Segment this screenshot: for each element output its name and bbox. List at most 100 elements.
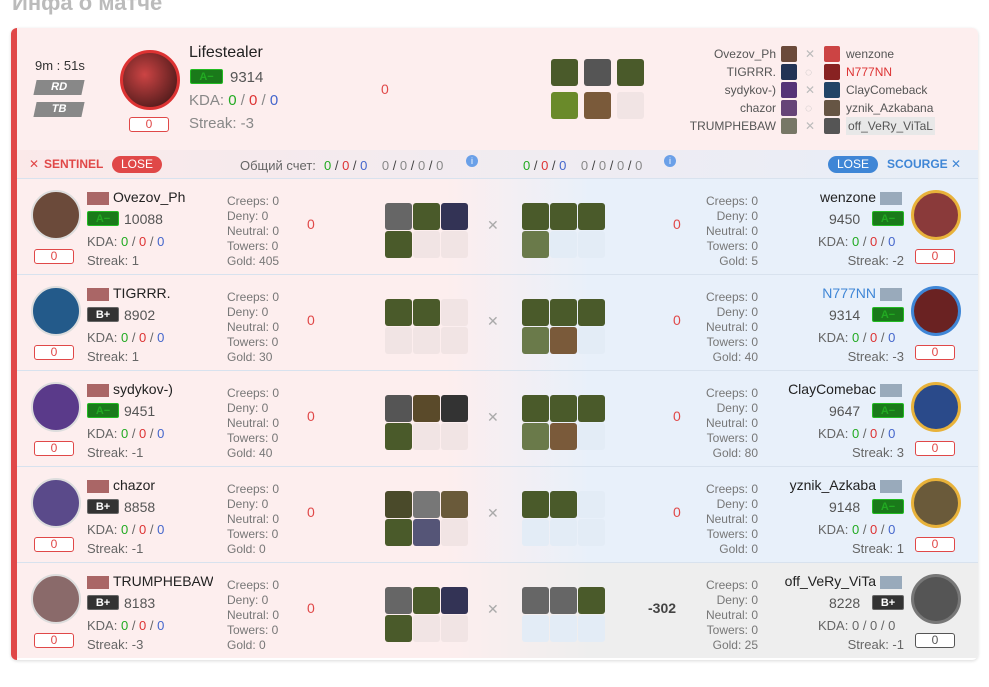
match-card: 9m : 51s RD TB 0 Lifestealer A− 9314 KDA… [11,28,978,660]
matchup-row: sydykov-) ✕ ClayComeback [671,81,971,99]
item-icon [578,203,605,230]
matchup-left-player[interactable]: sydykov-) [725,81,776,99]
swords-icon: ✕ [805,83,816,97]
flag-icon [880,480,902,493]
player-name[interactable]: off_VeRy_ViTa [781,573,876,589]
player-name[interactable]: sydykov-) [113,381,213,397]
player-name[interactable]: TIGRRR. [113,285,213,301]
flag-icon [880,192,902,205]
matchup-right-player[interactable]: ClayComeback [846,81,927,99]
player-row: 0 TRUMPHEBAW B+ 8183 KDA: 0 / 0 / 0 Stre… [11,562,978,658]
player-name[interactable]: Ovezov_Ph [113,189,213,205]
matchup-left-player[interactable]: Ovezov_Ph [714,45,776,63]
item-icon [385,395,412,422]
player-score: 0 [307,600,315,616]
player-streak: Streak: -3 [87,637,144,652]
score-badge: 0 [915,633,955,648]
swords-icon: ✕ [29,157,40,171]
avatar[interactable] [31,478,81,528]
swords-icon: ✕ [487,601,499,617]
item-slot-empty [441,231,468,258]
player-name[interactable]: TRUMPHEBAW [113,573,213,589]
player-mmr: 9450 [829,211,861,227]
player-streak: Streak: -3 [847,349,904,364]
matchup-right-player[interactable]: N777NN [846,63,892,81]
total-score-label: Общий счет: [240,158,316,173]
score-badge: 0 [34,537,74,552]
page-title: Инфа о матче [12,0,163,15]
avatar[interactable] [31,574,81,624]
player-score: 0 [307,504,315,520]
flag-icon [87,384,109,397]
matchup-left-player[interactable]: TRUMPHEBAW [690,117,776,135]
rank-badge: A− [872,403,904,418]
info-icon[interactable]: i [664,155,676,167]
item-icon [578,587,605,614]
player-row: 0 Ovezov_Ph A− 10088 KDA: 0 / 0 / 0 Stre… [11,178,978,274]
item-icon [551,59,578,86]
player-score-right: 0 [673,504,681,520]
shield-icon: ◌ [805,65,813,79]
item-icon [385,615,412,642]
avatar[interactable] [911,478,961,528]
avatar[interactable] [911,382,961,432]
player-stats-right: Creeps: 0 Deny: 0 Neutral: 0 Towers: 0 Gold:… [705,194,758,268]
item-icon [522,299,549,326]
item-slot-empty [441,615,468,642]
item-slot-empty [578,423,605,450]
matchup-right-player[interactable]: wenzone [846,45,894,63]
player-name[interactable]: chazor [113,477,213,493]
mode-badge-rd: RD [33,80,85,95]
rank-badge: A− [872,499,904,514]
avatar[interactable] [31,286,81,336]
avatar[interactable] [911,286,961,336]
score-badge: 0 [34,249,74,264]
player-row: 0 sydykov-) A− 9451 KDA: 0 / 0 / 0 Strea… [11,370,978,466]
item-slot-empty [441,327,468,354]
item-icon [550,423,577,450]
item-slot-empty [578,519,605,546]
player-name[interactable]: ClayComebac [781,381,876,397]
player-name[interactable]: yznik_Azkaba [781,477,876,493]
item-icon [413,203,440,230]
item-icon [522,519,549,546]
item-slot-empty [578,327,605,354]
hero-score-badge: 0 [129,117,169,132]
player-score-right: -302 [648,600,677,616]
item-icon [584,59,611,86]
flag-icon [87,192,109,205]
item-icon [550,519,577,546]
score-badge: 0 [34,633,74,648]
avatar [824,82,840,98]
player-score-right: 0 [673,216,681,232]
matchup-right-player[interactable]: yznik_Azkabana [846,99,933,117]
avatar[interactable] [31,382,81,432]
item-slot-empty [578,615,605,642]
hero-streak: Streak: -3 [189,115,255,132]
avatar[interactable] [31,190,81,240]
flag-icon [87,288,109,301]
swords-icon: ✕ [487,313,499,329]
player-mmr: 8902 [124,307,156,323]
avatar [824,46,840,62]
matchup-left-player[interactable]: TIGRRR. [727,63,776,81]
item-icon [578,299,605,326]
player-stats: Creeps: 0 Deny: 0 Neutral: 0 Towers: 0 Gold:… [227,578,280,652]
player-streak: Streak: -2 [847,253,904,268]
item-icon [385,299,412,326]
matchup-left-player[interactable]: chazor [740,99,776,117]
player-streak: Streak: -1 [87,541,144,556]
score-badge: 0 [915,537,955,552]
matchup-right-player[interactable]: off_VeRy_ViTaL [846,117,935,135]
info-icon[interactable]: i [466,155,478,167]
lose-badge-right: LOSE [828,156,878,173]
player-mmr: 10088 [124,211,163,227]
player-name[interactable]: wenzone [781,189,876,205]
player-mmr: 9647 [829,403,861,419]
score-bar: ✕ SENTINEL LOSE Общий счет: 0 / 0 / 0 0 … [11,150,978,178]
player-name[interactable]: N777NN [781,285,876,301]
avatar[interactable] [911,190,961,240]
avatar[interactable] [911,574,961,624]
avatar [781,64,797,80]
player-kda: KDA: 0 / 0 / 0 [87,522,165,537]
